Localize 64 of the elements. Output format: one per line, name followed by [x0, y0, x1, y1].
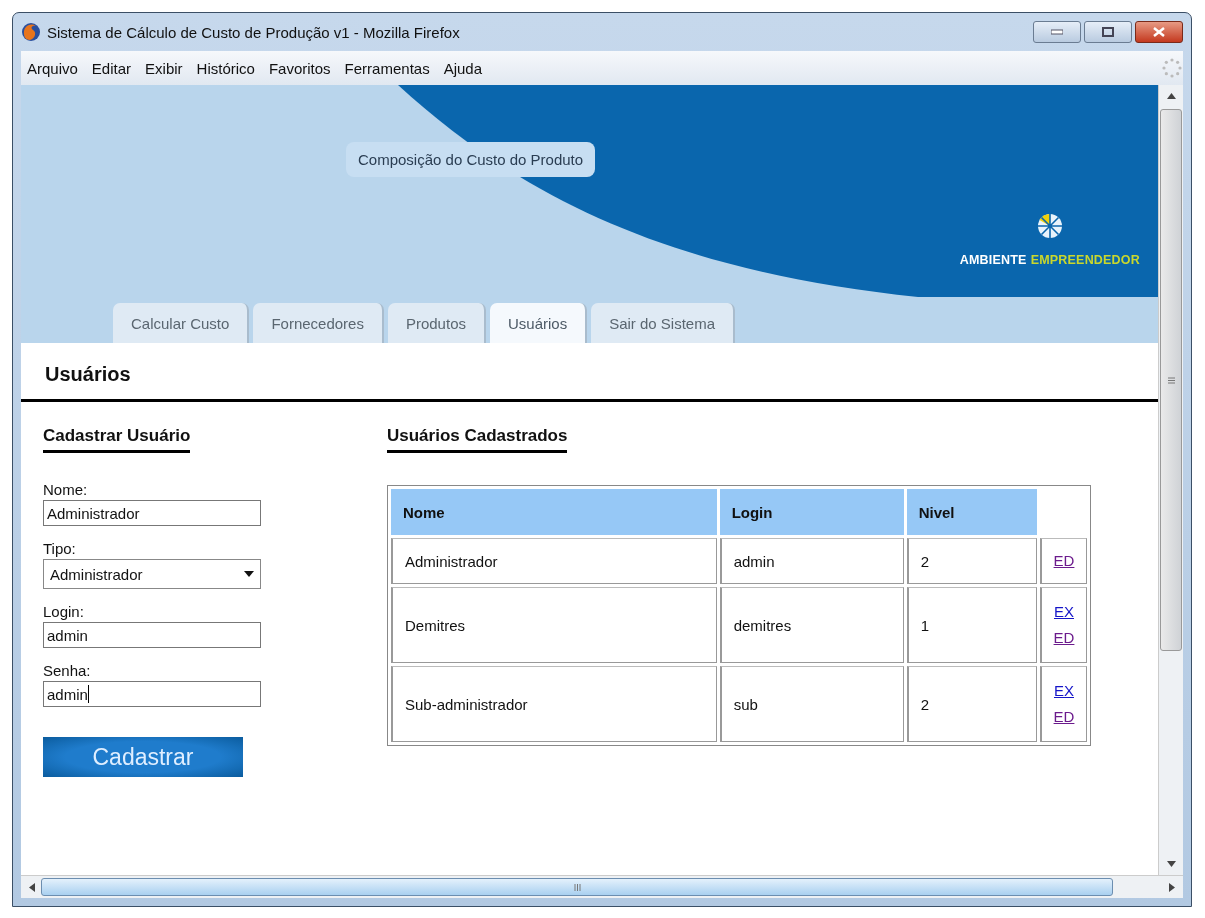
browser-logo-icon [21, 22, 41, 42]
maximize-button[interactable] [1084, 21, 1132, 43]
nav-tab[interactable]: Fornecedores [253, 303, 384, 343]
table-heading: Usuários Cadastrados [387, 426, 568, 453]
table-cell: 2 [906, 538, 1037, 584]
sun-logo-icon [1036, 213, 1063, 239]
column-header: Login [719, 489, 904, 535]
field-label: Senha: [43, 662, 91, 679]
close-button[interactable] [1135, 21, 1183, 43]
menu-item[interactable]: Favoritos [268, 59, 331, 77]
logo-word: AMBIENTE [959, 253, 1027, 267]
field-label: Tipo: [43, 540, 76, 557]
menu-item[interactable]: Ferramentas [344, 59, 430, 77]
page-heading: Usuários [21, 343, 1158, 402]
menu-item[interactable]: Exibir [145, 59, 183, 77]
submit-button[interactable]: Cadastrar [43, 737, 243, 777]
caret-icon [244, 571, 254, 577]
nav-tab[interactable]: Sair do Sistema [591, 303, 736, 343]
maximize-icon [1102, 27, 1114, 37]
action-link[interactable]: EX [1050, 678, 1078, 704]
nav-tab[interactable]: Calcular Custo [113, 303, 250, 343]
table-cell: demitres [719, 587, 904, 663]
minimize-icon [1051, 29, 1063, 35]
column-header: Nome [391, 489, 717, 535]
input-field[interactable]: admin [43, 681, 261, 707]
logo-word: EMPREENDEDOR [1030, 253, 1140, 267]
scroll-up-icon [1166, 93, 1176, 99]
form-heading: Cadastrar Usuário [43, 426, 191, 453]
scroll-right-icon [1169, 882, 1175, 892]
menu-item[interactable]: Arquivo [27, 59, 78, 77]
table-cell: Sub-administrador [391, 666, 717, 742]
scroll-down-icon [1166, 861, 1176, 867]
action-link[interactable]: ED [1050, 625, 1078, 651]
menu-item[interactable]: Ajuda [443, 59, 482, 77]
column-header: Nivel [906, 489, 1037, 535]
nav-tab[interactable]: Produtos [387, 303, 486, 343]
vertical-scrollbar[interactable] [1158, 85, 1183, 875]
minimize-button[interactable] [1033, 21, 1081, 43]
table-cell: sub [719, 666, 904, 742]
input-field[interactable]: Administrador [43, 500, 261, 526]
grip-icon [573, 883, 581, 891]
window-title: Sistema de Cálculo de Custo de Produção v1 - Mozilla Firefox [47, 23, 460, 41]
menu-item[interactable]: Editar [91, 59, 132, 77]
action-link[interactable]: ED [1050, 704, 1078, 730]
field-label: Login: [43, 603, 84, 620]
table-cell: 1 [906, 587, 1037, 663]
table-cell: admin [719, 538, 904, 584]
table-cell: Administrador [391, 538, 717, 584]
table-cell: Demitres [391, 587, 717, 663]
field-label: Nome: [43, 481, 88, 498]
scroll-thumb[interactable] [1160, 109, 1182, 651]
type-dropdown[interactable]: Administrador [43, 559, 261, 589]
scroll-thumb[interactable] [41, 878, 1113, 896]
input-field[interactable]: admin [43, 622, 261, 648]
banner-title: Composição do Custo do Produto [346, 142, 596, 177]
close-icon [1153, 27, 1165, 37]
horizontal-scrollbar[interactable] [21, 875, 1183, 898]
action-link[interactable]: EX [1050, 599, 1078, 625]
grip-icon [1167, 376, 1175, 384]
table-cell: 2 [906, 666, 1037, 742]
nav-tab[interactable]: Usuários [490, 303, 588, 343]
menu-item[interactable]: Histórico [196, 59, 255, 77]
throbber-icon [1161, 57, 1183, 79]
scroll-left-icon [29, 882, 35, 892]
